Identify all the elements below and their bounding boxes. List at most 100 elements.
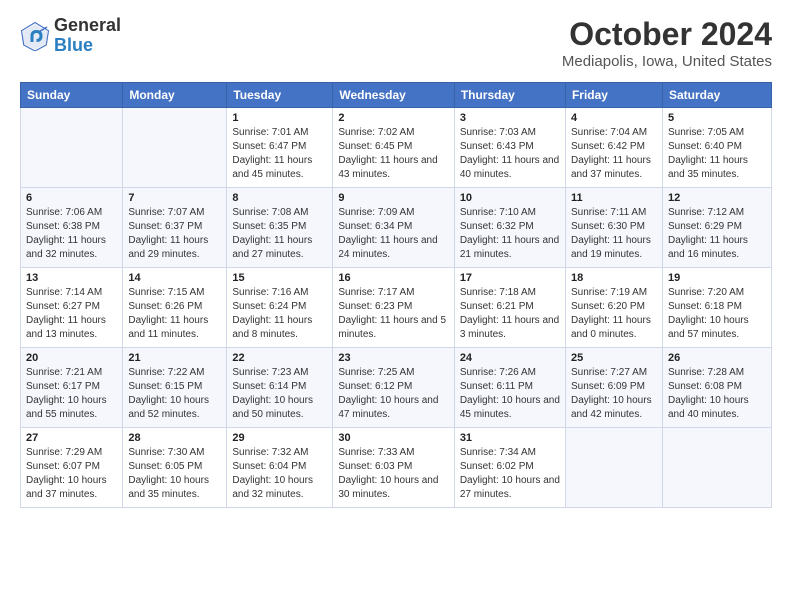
day-info: Sunrise: 7:04 AM Sunset: 6:42 PM Dayligh…: [571, 126, 657, 182]
week-row-1: 1 Sunrise: 7:01 AM Sunset: 6:47 PM Daylig…: [21, 108, 772, 188]
week-row-5: 27Sunrise: 7:29 AM Sunset: 6:07 PM Dayli…: [21, 428, 772, 508]
day-info: Sunrise: 7:02 AM Sunset: 6:45 PM Dayligh…: [338, 126, 448, 182]
day-number: 4: [571, 112, 657, 124]
day-cell: 30 Sunrise: 7:33 AM Sunset: 6:03 PM Dayli…: [333, 428, 454, 508]
day-number: 7: [128, 192, 221, 204]
day-cell: 5 Sunrise: 7:05 AM Sunset: 6:40 PM Daylig…: [662, 108, 771, 188]
day-cell: 3Sunrise: 7:03 AM Sunset: 6:43 PM Daylig…: [454, 108, 565, 188]
day-info: Sunrise: 7:33 AM Sunset: 6:03 PM Dayligh…: [338, 446, 448, 502]
header-cell-wednesday: Wednesday: [333, 83, 454, 108]
day-info: Sunrise: 7:11 AM Sunset: 6:30 PM Dayligh…: [571, 206, 657, 262]
day-number: 14: [128, 272, 221, 284]
day-cell: 29Sunrise: 7:32 AM Sunset: 6:04 PM Dayli…: [227, 428, 333, 508]
day-number: 16: [338, 272, 448, 284]
day-number: 8: [232, 192, 327, 204]
day-number: 26: [668, 352, 766, 364]
day-cell: 19 Sunrise: 7:20 AM Sunset: 6:18 PM Dayli…: [662, 268, 771, 348]
day-cell: 22Sunrise: 7:23 AM Sunset: 6:14 PM Dayli…: [227, 348, 333, 428]
day-cell: 9 Sunrise: 7:09 AM Sunset: 6:34 PM Daylig…: [333, 188, 454, 268]
day-cell: 25 Sunrise: 7:27 AM Sunset: 6:09 PM Dayli…: [565, 348, 662, 428]
day-cell: 21Sunrise: 7:22 AM Sunset: 6:15 PM Dayli…: [123, 348, 227, 428]
day-info: Sunrise: 7:17 AM Sunset: 6:23 PM Dayligh…: [338, 286, 448, 342]
header-cell-thursday: Thursday: [454, 83, 565, 108]
day-info: Sunrise: 7:14 AM Sunset: 6:27 PM Dayligh…: [26, 286, 117, 342]
day-cell: 10Sunrise: 7:10 AM Sunset: 6:32 PM Dayli…: [454, 188, 565, 268]
title-block: October 2024 Mediapolis, Iowa, United St…: [562, 16, 772, 70]
logo-text: General Blue: [54, 16, 121, 56]
day-cell: [123, 108, 227, 188]
day-info: Sunrise: 7:15 AM Sunset: 6:26 PM Dayligh…: [128, 286, 221, 342]
calendar-title: October 2024: [562, 16, 772, 53]
day-cell: [565, 428, 662, 508]
calendar-table: SundayMondayTuesdayWednesdayThursdayFrid…: [20, 82, 772, 508]
day-number: 20: [26, 352, 117, 364]
header-row: SundayMondayTuesdayWednesdayThursdayFrid…: [21, 83, 772, 108]
day-cell: 15 Sunrise: 7:16 AM Sunset: 6:24 PM Dayli…: [227, 268, 333, 348]
logo: General Blue: [20, 16, 121, 56]
day-info: Sunrise: 7:34 AM Sunset: 6:02 PM Dayligh…: [460, 446, 560, 502]
day-number: 15: [232, 272, 327, 284]
day-number: 9: [338, 192, 448, 204]
day-cell: 8 Sunrise: 7:08 AM Sunset: 6:35 PM Daylig…: [227, 188, 333, 268]
week-row-2: 6 Sunrise: 7:06 AM Sunset: 6:38 PM Daylig…: [21, 188, 772, 268]
logo-blue: Blue: [54, 35, 93, 55]
day-cell: 7 Sunrise: 7:07 AM Sunset: 6:37 PM Daylig…: [123, 188, 227, 268]
header: General Blue October 2024 Mediapolis, Io…: [20, 16, 772, 70]
day-number: 1: [232, 112, 327, 124]
day-number: 10: [460, 192, 560, 204]
week-row-3: 13 Sunrise: 7:14 AM Sunset: 6:27 PM Dayli…: [21, 268, 772, 348]
day-number: 30: [338, 432, 448, 444]
logo-icon: [20, 21, 50, 51]
day-number: 29: [232, 432, 327, 444]
day-number: 17: [460, 272, 560, 284]
day-info: Sunrise: 7:29 AM Sunset: 6:07 PM Dayligh…: [26, 446, 117, 502]
day-number: 19: [668, 272, 766, 284]
day-info: Sunrise: 7:09 AM Sunset: 6:34 PM Dayligh…: [338, 206, 448, 262]
day-number: 23: [338, 352, 448, 364]
day-cell: [662, 428, 771, 508]
day-number: 6: [26, 192, 117, 204]
day-number: 2: [338, 112, 448, 124]
day-cell: 17 Sunrise: 7:18 AM Sunset: 6:21 PM Dayli…: [454, 268, 565, 348]
day-info: Sunrise: 7:05 AM Sunset: 6:40 PM Dayligh…: [668, 126, 766, 182]
day-cell: 14 Sunrise: 7:15 AM Sunset: 6:26 PM Dayli…: [123, 268, 227, 348]
day-info: Sunrise: 7:12 AM Sunset: 6:29 PM Dayligh…: [668, 206, 766, 262]
week-row-4: 20 Sunrise: 7:21 AM Sunset: 6:17 PM Dayli…: [21, 348, 772, 428]
day-info: Sunrise: 7:16 AM Sunset: 6:24 PM Dayligh…: [232, 286, 327, 342]
day-info: Sunrise: 7:28 AM Sunset: 6:08 PM Dayligh…: [668, 366, 766, 422]
day-info: Sunrise: 7:07 AM Sunset: 6:37 PM Dayligh…: [128, 206, 221, 262]
day-cell: [21, 108, 123, 188]
day-cell: 4 Sunrise: 7:04 AM Sunset: 6:42 PM Daylig…: [565, 108, 662, 188]
day-number: 31: [460, 432, 560, 444]
day-info: Sunrise: 7:25 AM Sunset: 6:12 PM Dayligh…: [338, 366, 448, 422]
day-info: Sunrise: 7:30 AM Sunset: 6:05 PM Dayligh…: [128, 446, 221, 502]
day-info: Sunrise: 7:18 AM Sunset: 6:21 PM Dayligh…: [460, 286, 560, 342]
page: General Blue October 2024 Mediapolis, Io…: [0, 0, 792, 518]
day-number: 18: [571, 272, 657, 284]
day-info: Sunrise: 7:21 AM Sunset: 6:17 PM Dayligh…: [26, 366, 117, 422]
day-number: 11: [571, 192, 657, 204]
day-number: 5: [668, 112, 766, 124]
day-cell: 6 Sunrise: 7:06 AM Sunset: 6:38 PM Daylig…: [21, 188, 123, 268]
calendar-header: SundayMondayTuesdayWednesdayThursdayFrid…: [21, 83, 772, 108]
day-info: Sunrise: 7:06 AM Sunset: 6:38 PM Dayligh…: [26, 206, 117, 262]
calendar-subtitle: Mediapolis, Iowa, United States: [562, 53, 772, 70]
day-info: Sunrise: 7:03 AM Sunset: 6:43 PM Dayligh…: [460, 126, 560, 182]
day-info: Sunrise: 7:20 AM Sunset: 6:18 PM Dayligh…: [668, 286, 766, 342]
day-cell: 16 Sunrise: 7:17 AM Sunset: 6:23 PM Dayli…: [333, 268, 454, 348]
day-number: 12: [668, 192, 766, 204]
day-info: Sunrise: 7:01 AM Sunset: 6:47 PM Dayligh…: [232, 126, 327, 182]
day-number: 21: [128, 352, 221, 364]
day-number: 25: [571, 352, 657, 364]
day-cell: 13 Sunrise: 7:14 AM Sunset: 6:27 PM Dayli…: [21, 268, 123, 348]
day-cell: 2 Sunrise: 7:02 AM Sunset: 6:45 PM Daylig…: [333, 108, 454, 188]
day-cell: 24Sunrise: 7:26 AM Sunset: 6:11 PM Dayli…: [454, 348, 565, 428]
calendar-body: 1 Sunrise: 7:01 AM Sunset: 6:47 PM Daylig…: [21, 108, 772, 508]
day-number: 28: [128, 432, 221, 444]
day-cell: 12 Sunrise: 7:12 AM Sunset: 6:29 PM Dayli…: [662, 188, 771, 268]
day-info: Sunrise: 7:23 AM Sunset: 6:14 PM Dayligh…: [232, 366, 327, 422]
day-info: Sunrise: 7:27 AM Sunset: 6:09 PM Dayligh…: [571, 366, 657, 422]
day-number: 13: [26, 272, 117, 284]
day-info: Sunrise: 7:08 AM Sunset: 6:35 PM Dayligh…: [232, 206, 327, 262]
logo-general: General: [54, 15, 121, 35]
